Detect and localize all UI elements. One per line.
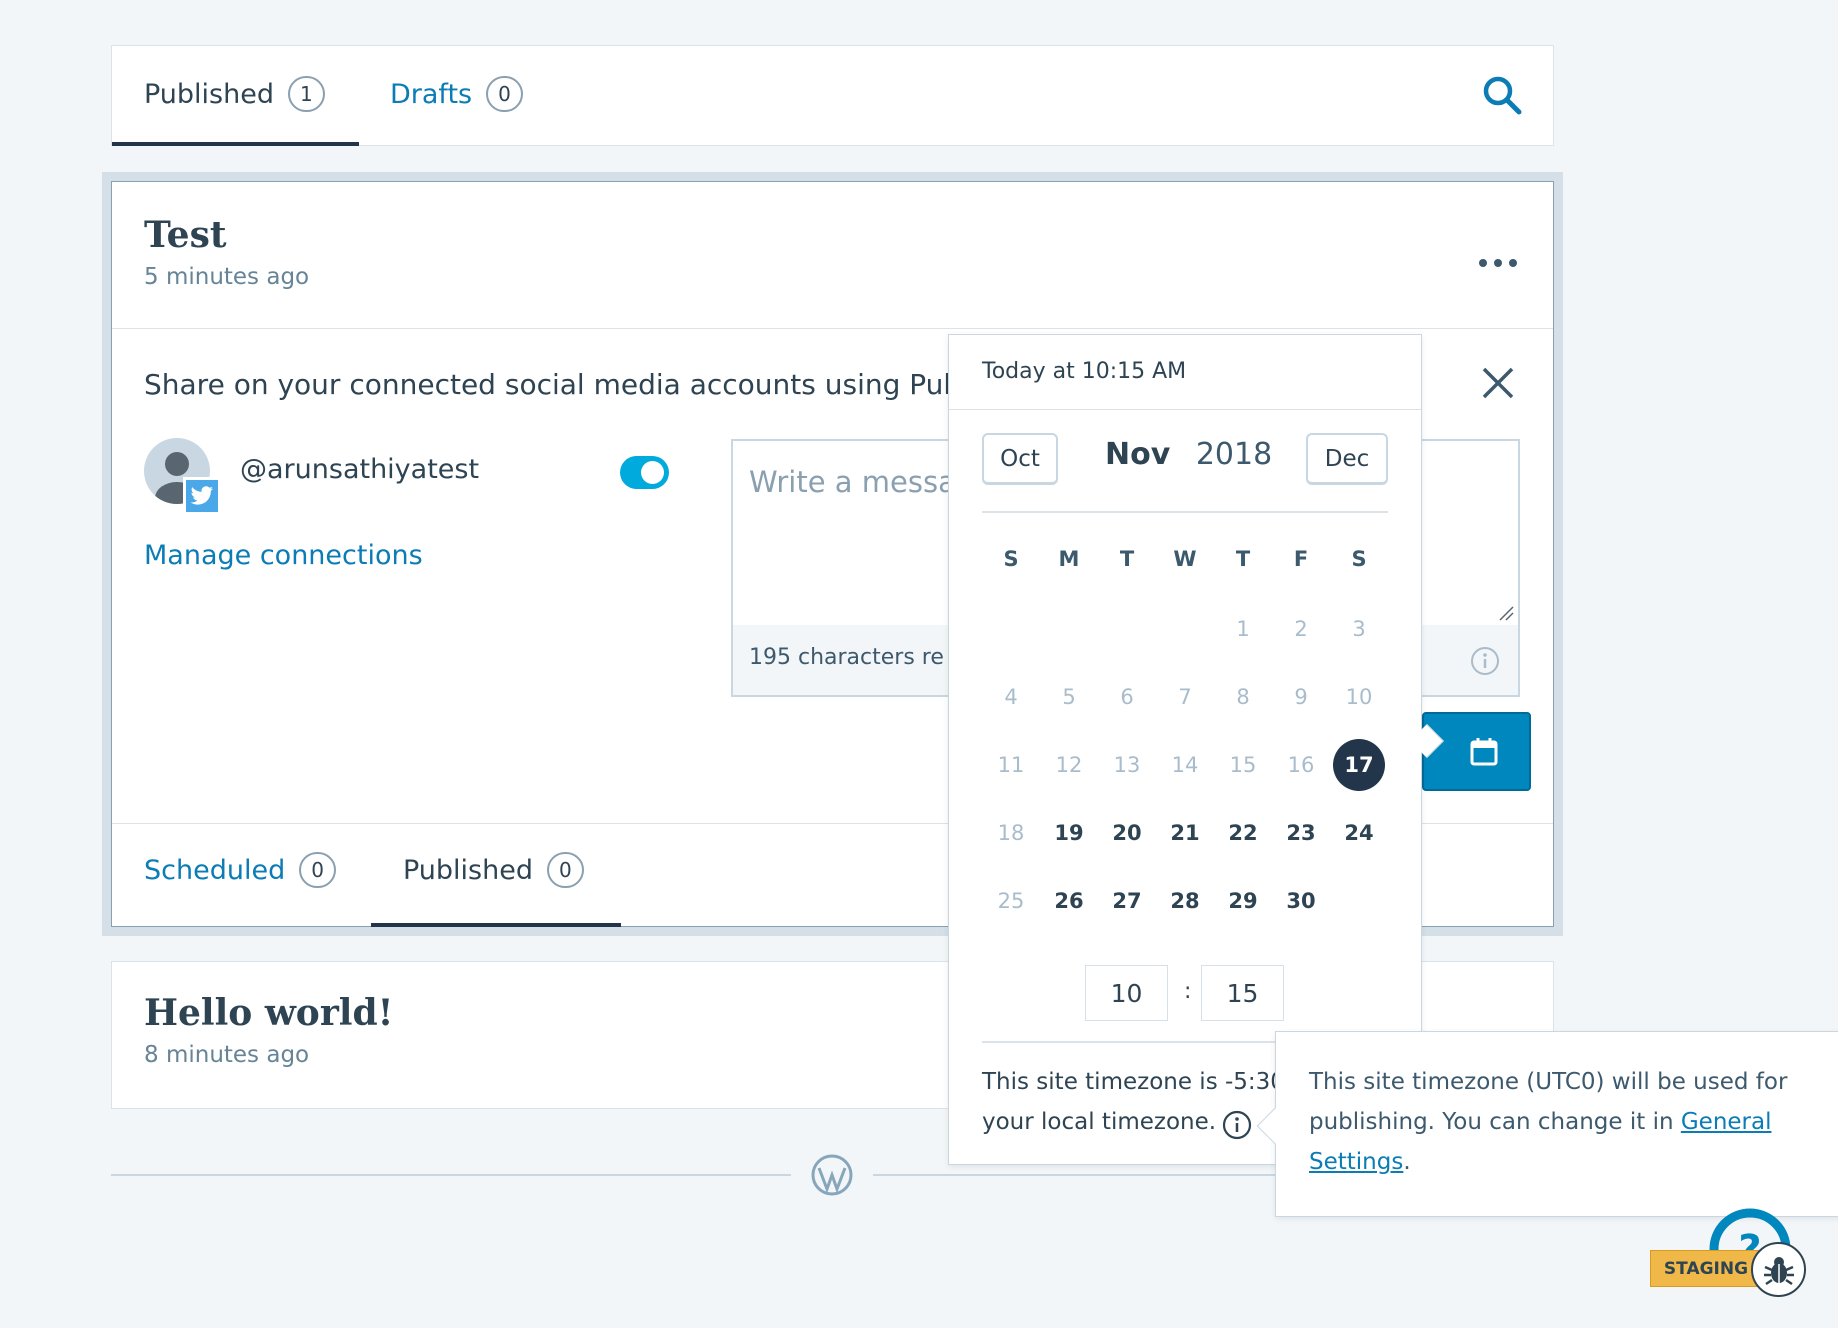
share-intro: Share on your connected social media acc…	[144, 368, 969, 401]
tab-drafts[interactable]: Drafts 0	[390, 76, 523, 112]
message-placeholder: Write a messa	[749, 465, 956, 499]
weekday-label: S	[1003, 547, 1019, 571]
calendar-day: 4	[1004, 685, 1018, 709]
info-icon[interactable]	[1470, 646, 1500, 676]
scheduled-count: 0	[299, 852, 336, 888]
tab-published[interactable]: Published 1	[144, 76, 325, 112]
divider	[112, 328, 1553, 329]
tooltip-text: This site timezone (UTC0) will be used f…	[1309, 1069, 1788, 1175]
current-month: Nov 2018	[1105, 437, 1273, 472]
divider	[949, 409, 1421, 410]
resize-handle-icon[interactable]	[1498, 605, 1514, 621]
weekday-label: W	[1173, 547, 1197, 571]
search-icon[interactable]	[1481, 74, 1523, 116]
calendar-day: 14	[1171, 753, 1199, 777]
published-count: 1	[288, 76, 325, 112]
bug-icon[interactable]	[1751, 1242, 1806, 1297]
footer-divider	[111, 1174, 791, 1176]
tab-inner-published[interactable]: Published 0	[403, 852, 584, 888]
tab-published-underline	[112, 142, 359, 146]
schedule-button[interactable]	[1422, 712, 1531, 791]
calendar-day[interactable]: 25	[985, 875, 1037, 927]
manage-connections-link[interactable]: Manage connections	[144, 540, 423, 571]
account-toggle[interactable]	[620, 456, 669, 489]
calendar-day[interactable]: 30	[1275, 875, 1327, 927]
calendar-day: 10	[1345, 685, 1373, 709]
close-icon[interactable]	[1481, 366, 1515, 400]
timezone-line-1: This site timezone is -5:30	[982, 1069, 1285, 1095]
post-time: 5 minutes ago	[144, 264, 310, 290]
timezone-info-icon[interactable]	[1222, 1110, 1252, 1140]
calendar-day[interactable]: 22	[1217, 807, 1269, 859]
weekday-label: S	[1351, 547, 1367, 571]
calendar-day[interactable]: 21	[1159, 807, 1211, 859]
calendar-day: 6	[1120, 685, 1134, 709]
post-title[interactable]: Hello world!	[144, 992, 393, 1034]
calendar-icon	[1470, 737, 1498, 765]
calendar-day[interactable]: 26	[1043, 875, 1095, 927]
calendar-day: 12	[1055, 753, 1083, 777]
calendar-day: 15	[1229, 753, 1257, 777]
chars-remaining: 195 characters re	[749, 645, 944, 670]
weekday-label: T	[1235, 547, 1251, 571]
section-nav: Published 1 Drafts 0	[111, 45, 1554, 146]
calendar-day[interactable]: 23	[1275, 807, 1327, 859]
calendar-day[interactable]: 18	[985, 807, 1037, 859]
toggle-knob	[641, 461, 664, 484]
calendar-day: 16	[1287, 753, 1315, 777]
wordpress-logo-icon	[810, 1153, 854, 1197]
calendar-day: 9	[1294, 685, 1308, 709]
tab-scheduled[interactable]: Scheduled 0	[144, 852, 336, 888]
calendar-day[interactable]: 27	[1101, 875, 1153, 927]
calendar-day: 5	[1062, 685, 1076, 709]
inner-published-count: 0	[547, 852, 584, 888]
next-month-button[interactable]: Dec	[1306, 433, 1388, 485]
ellipsis-menu-icon[interactable]	[1478, 254, 1518, 267]
calendar-day: 3	[1352, 617, 1366, 641]
hour-input[interactable]: 10	[1085, 965, 1168, 1021]
staging-badge[interactable]: STAGING	[1650, 1250, 1762, 1287]
calendar-day[interactable]: 28	[1159, 875, 1211, 927]
minute-input[interactable]: 15	[1201, 965, 1284, 1021]
calendar-day: 8	[1236, 685, 1250, 709]
post-title[interactable]: Test	[144, 214, 226, 256]
calendar-day: 2	[1294, 617, 1308, 641]
time-separator: :	[1184, 979, 1192, 1004]
tab-inner-published-underline	[371, 923, 621, 927]
drafts-count: 0	[486, 76, 523, 112]
divider	[982, 511, 1388, 513]
calendar-day[interactable]: 24	[1333, 807, 1385, 859]
weekday-label: F	[1293, 547, 1309, 571]
calendar-day[interactable]: 20	[1101, 807, 1153, 859]
account-handle: @arunsathiyatest	[240, 454, 480, 485]
calendar-day: 11	[997, 753, 1025, 777]
calendar-header-text: Today at 10:15 AM	[982, 359, 1187, 384]
twitter-icon	[183, 477, 221, 515]
calendar-day-selected[interactable]: 17	[1333, 739, 1385, 791]
timezone-tooltip: This site timezone (UTC0) will be used f…	[1256, 1031, 1838, 1217]
prev-month-button[interactable]: Oct	[982, 433, 1058, 485]
weekday-label: M	[1058, 547, 1080, 571]
calendar-day: 7	[1178, 685, 1192, 709]
post-time: 8 minutes ago	[144, 1042, 310, 1068]
calendar-day: 1	[1236, 617, 1250, 641]
calendar-day[interactable]: 19	[1043, 807, 1095, 859]
timezone-line-2: your local timezone.	[982, 1109, 1217, 1135]
weekday-label: T	[1119, 547, 1135, 571]
calendar-day[interactable]: 29	[1217, 875, 1269, 927]
calendar-day: 13	[1113, 753, 1141, 777]
